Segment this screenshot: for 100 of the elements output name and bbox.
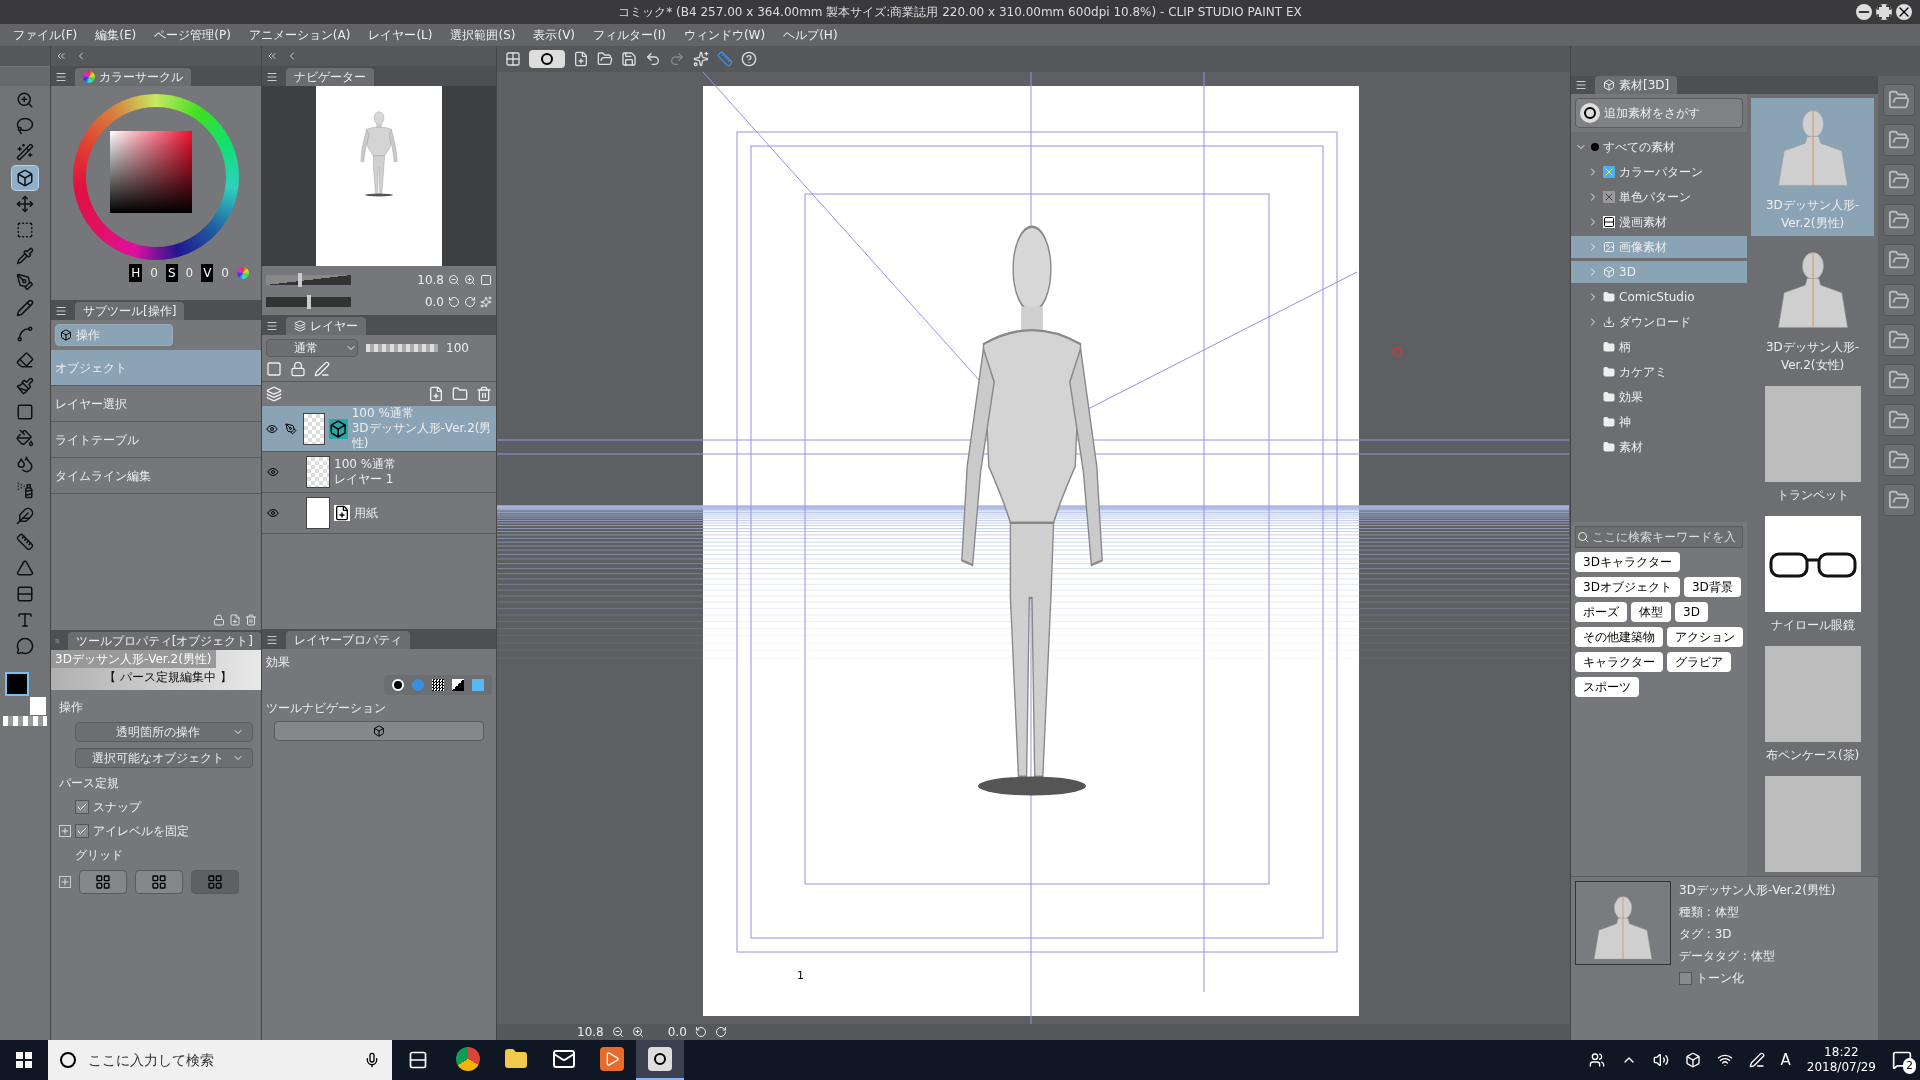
blend-mode-dropdown[interactable]: 通常 [266,339,358,357]
rotate-left-icon[interactable] [448,295,460,308]
tag-button[interactable]: 3Dキャラクター [1575,552,1680,572]
tree-item[interactable]: カラーパターン [1571,161,1747,183]
folder-icon[interactable] [1883,204,1916,236]
eye-icon[interactable] [266,422,279,435]
background-color-swatch[interactable] [30,697,46,715]
folder-icon[interactable] [1883,444,1916,476]
tag-button[interactable]: グラビア [1667,652,1731,672]
tag-button[interactable]: 3D背景 [1683,577,1741,597]
eye-icon[interactable] [267,466,279,478]
lock-icon[interactable] [213,614,225,626]
layer-row[interactable]: 100 %通常 レイヤー 1 [262,452,496,493]
sparkle-icon[interactable] [693,51,709,67]
material-item[interactable]: トランペット [1751,382,1875,508]
collapse-icon[interactable] [266,50,278,62]
tone-icon[interactable] [432,679,444,691]
folder-icon[interactable] [1883,484,1916,516]
material-item[interactable]: 3Dデッサン人形-Ver.2(男性) [1751,98,1875,236]
tag-button[interactable]: 体型 [1631,602,1671,622]
rotate-left-icon[interactable] [694,1026,707,1038]
menu-item[interactable]: ヘルプ(H) [774,26,847,44]
material-item[interactable]: 3Dデッサン人形-Ver.2(女性) [1751,240,1875,378]
volume-icon[interactable] [1652,1052,1669,1068]
reset-icon[interactable] [480,295,492,308]
folder-icon[interactable] [1883,244,1916,276]
zoom-in-icon[interactable] [464,273,476,286]
pencil-icon[interactable] [314,361,330,377]
menu-item[interactable]: アニメーション(A) [239,26,360,44]
zoom-slider[interactable] [266,274,351,285]
clock[interactable]: 18:22 2018/07/29 [1806,1045,1876,1075]
menu-item[interactable]: フィルター(I) [584,26,675,44]
menu-item[interactable]: 選択範囲(S) [441,26,525,44]
threshold-icon[interactable] [452,679,464,691]
logo-button[interactable] [529,50,565,68]
folder-icon[interactable] [1883,84,1916,116]
wifi-icon[interactable] [1716,1052,1733,1068]
menu-item[interactable]: ページ管理(P) [145,26,240,44]
main-color-swatch[interactable] [5,672,29,696]
panel-menu-icon[interactable] [266,634,278,646]
trash-icon[interactable] [245,614,257,626]
lock-icon[interactable] [290,361,306,377]
folder-icon[interactable] [1883,404,1916,436]
color-circle-tab[interactable]: カラーサークル [75,68,191,86]
tree-item[interactable]: ダウンロード [1571,311,1747,333]
layer-color-icon[interactable] [472,679,484,691]
tag-button[interactable]: その他建築物 [1575,627,1663,647]
layer-row[interactable]: 用紙 [262,493,496,534]
checkbox[interactable] [1679,971,1692,985]
box-icon[interactable] [1684,1052,1701,1068]
zoom-in-icon[interactable] [631,1026,644,1038]
grid-icon[interactable] [505,51,521,67]
sub-tool-item[interactable]: オブジェクト [51,350,261,386]
tool-property-tab[interactable]: ツールプロパティ[オブジェクト] [67,632,261,650]
close-icon[interactable] [1896,4,1912,20]
pen-icon[interactable] [1748,1052,1765,1068]
slider-thumb[interactable] [298,272,302,287]
layer-row[interactable]: 100 %通常 3Dデッサン人形-Ver.2(男性) [262,406,496,452]
navigator-tab[interactable]: ナビゲーター [286,68,374,86]
rotation-slider[interactable] [266,296,351,307]
sub-tool-group-button[interactable]: 操作 [55,324,173,346]
tree-item[interactable]: すべての素材 [1571,136,1747,158]
ruler-icon[interactable] [717,51,733,67]
people-icon[interactable] [1588,1052,1605,1068]
materials-tab[interactable]: 素材[3D] [1595,76,1678,94]
transparent-color-swatch[interactable] [3,716,47,726]
dropdown[interactable]: 透明箇所の操作 [75,722,253,742]
tree-item[interactable]: 単色パターン [1571,186,1747,208]
fit-icon[interactable] [480,273,492,286]
tree-item[interactable]: 漫画素材 [1571,211,1747,233]
menu-item[interactable]: ファイル(F) [4,26,87,44]
search-more-button[interactable]: 追加素材をさがす [1575,98,1743,128]
taskbar-app[interactable] [636,1040,684,1080]
checkbox[interactable] [75,800,89,814]
folder-icon[interactable] [1883,364,1916,396]
collapse-icon[interactable] [55,50,67,62]
folder-icon[interactable] [452,386,468,402]
material-item[interactable]: ナイロール眼鏡 [1751,512,1875,638]
tree-item[interactable]: 神 [1571,411,1747,433]
panel-menu-icon[interactable] [1575,79,1587,91]
expand-icon[interactable] [59,876,71,888]
help-icon[interactable] [741,51,757,67]
grid-button[interactable] [191,870,239,894]
new-file-icon[interactable] [573,51,589,67]
folder-icon[interactable] [1883,284,1916,316]
panel-menu-icon[interactable] [55,71,67,83]
maximize-icon[interactable] [1876,4,1892,20]
tag-button[interactable]: 3Dオブジェクト [1575,577,1680,597]
panel-menu-icon[interactable] [55,305,67,317]
folder-icon[interactable] [1883,164,1916,196]
menu-item[interactable]: レイヤー(L) [359,26,442,44]
folder-icon[interactable] [1883,124,1916,156]
zoom-out-icon[interactable] [448,273,460,286]
menu-item[interactable]: 表示(V) [524,26,585,44]
grid-button[interactable] [135,870,183,894]
panel-menu-icon[interactable] [266,320,278,332]
search-field[interactable]: ここに検索キーワードを入 [1575,526,1743,548]
grid-button[interactable] [79,870,127,894]
checkbox[interactable] [75,824,89,838]
taskbar-search-field[interactable]: ここに入力して検索 [48,1040,392,1080]
